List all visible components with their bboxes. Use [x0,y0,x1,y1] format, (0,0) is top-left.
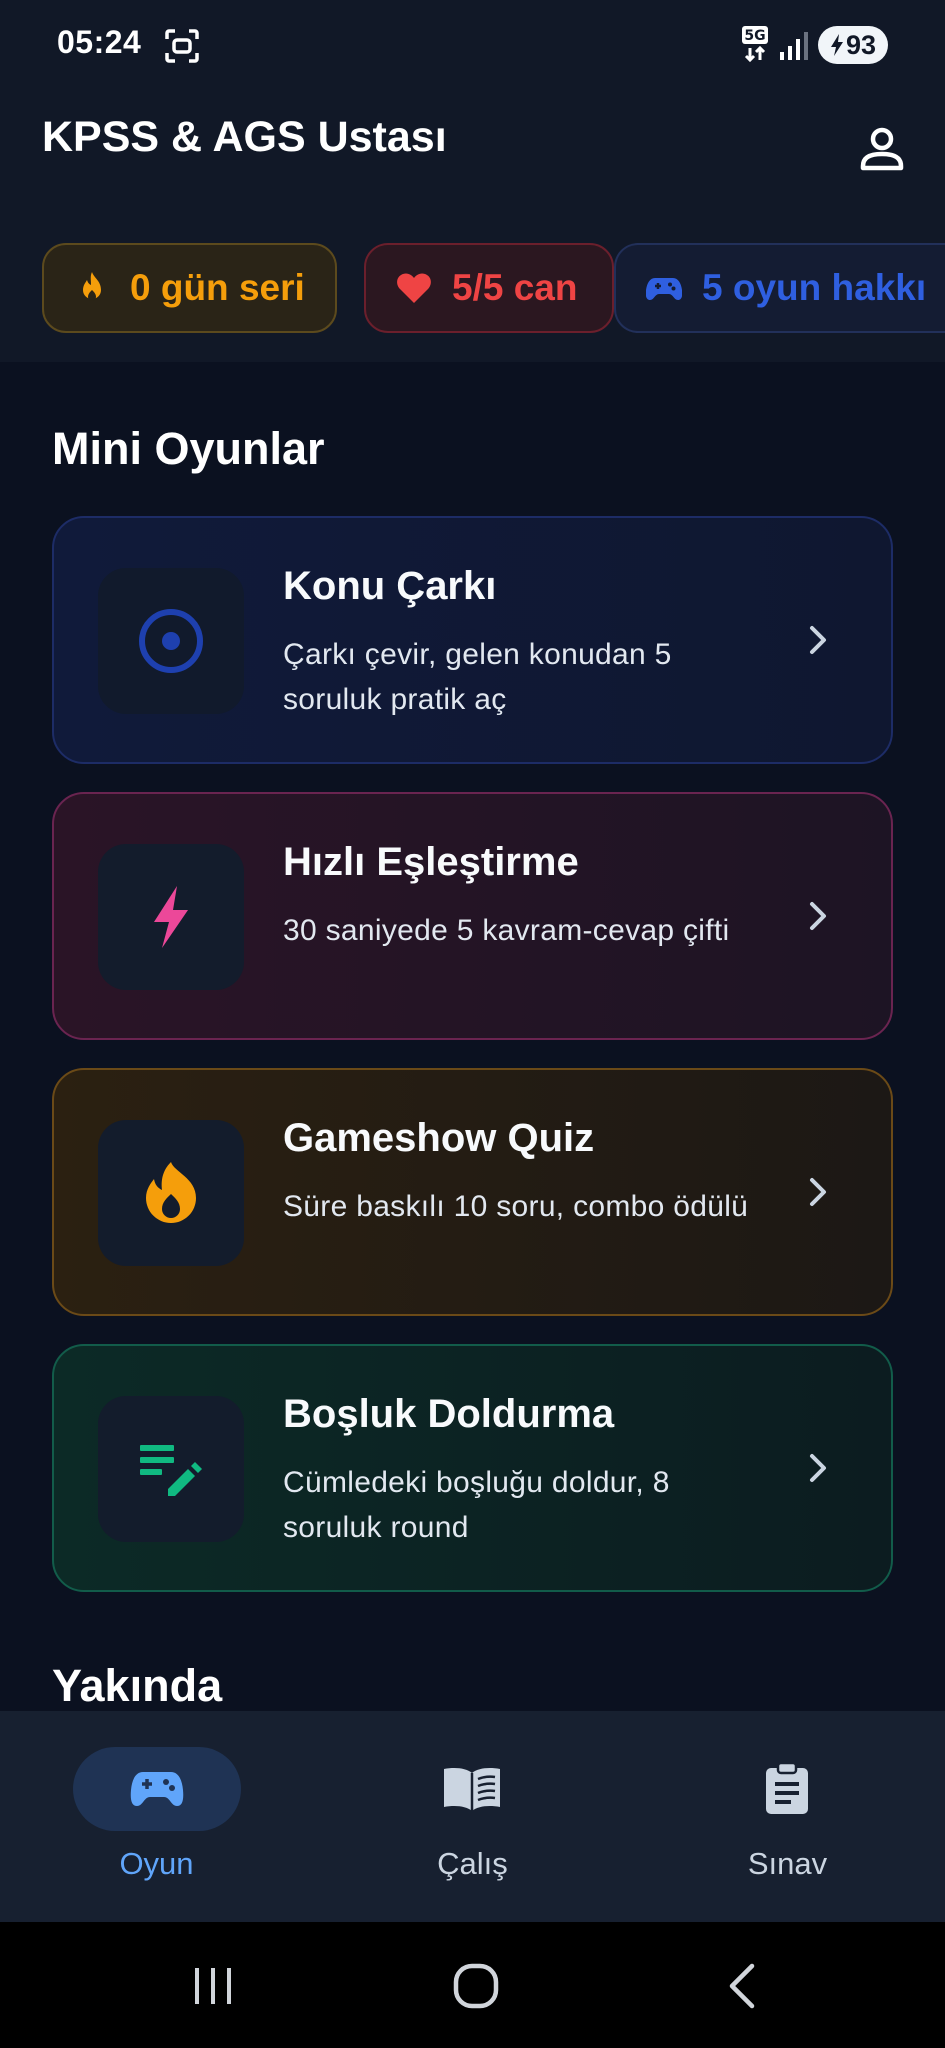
lives-chip[interactable]: 5/5 can [364,243,614,333]
streak-label: 0 gün seri [130,267,305,308]
game-credits-chip[interactable]: 5 oyun hakkı [614,243,945,333]
battery-level: 93 [845,29,877,60]
app-title: KPSS & AGS Ustası [42,113,447,161]
profile-button[interactable] [850,116,914,180]
target-icon [139,609,203,673]
bolt-icon [154,886,188,948]
nav-icon-wrap [703,1747,871,1831]
coming-soon-heading: Yakında [52,1660,223,1711]
game-title: Hızlı Eşleştirme [283,840,579,884]
game-card-konu-carki[interactable]: Konu Çarkı Çarkı çevir, gelen konudan 5 … [52,516,893,764]
back-icon [729,1963,755,2009]
nav-label: Oyun [119,1846,194,1881]
network-label: 5G [744,28,765,44]
gamepad-icon [130,1772,184,1806]
edit-note-icon [140,1445,202,1496]
chevron-right-icon [810,902,826,930]
card-icon-box [98,1120,244,1266]
nav-item-calis[interactable]: Çalış [315,1711,630,1922]
mini-games-heading: Mini Oyunlar [52,423,325,474]
app-header: KPSS & AGS Ustası 0 gün seri 5/5 can 5 o… [0,90,945,362]
flame-icon [146,1162,196,1223]
game-credits-label: 5 oyun hakkı [702,267,927,308]
person-icon [860,127,904,171]
chevron-right-icon [810,1178,826,1206]
system-navigation-bar [0,1922,945,2048]
chevron-right-icon [810,626,826,654]
game-title: Gameshow Quiz [283,1116,595,1160]
signal-icon [780,32,808,60]
stats-chips: 0 gün seri 5/5 can 5 oyun hakkı [42,243,945,333]
status-time: 05:24 [57,24,142,60]
recents-icon [195,1968,231,2004]
recents-button[interactable] [183,1956,243,2016]
nav-active-indicator [73,1747,241,1831]
flame-icon [83,272,101,301]
streak-chip[interactable]: 0 gün seri [42,243,337,333]
heart-icon [397,273,431,303]
lives-label: 5/5 can [452,267,578,308]
card-icon-box [98,844,244,990]
status-bar: 05:24 5G 93 [0,0,945,90]
game-title: Konu Çarkı [283,564,497,608]
book-icon [444,1768,500,1811]
card-icon-box [98,568,244,714]
game-card-gameshow-quiz[interactable]: Gameshow Quiz Süre baskılı 10 soru, comb… [52,1068,893,1316]
home-icon [453,1963,499,2009]
home-button[interactable] [446,1956,506,2016]
screenshot-icon [165,29,199,63]
chevron-right-icon [810,1454,826,1482]
game-description: Cümledeki boşluğu doldur, 8 soruluk roun… [283,1466,670,1544]
game-description: Çarkı çevir, gelen konudan 5 soruluk pra… [283,638,672,716]
game-title: Boşluk Doldurma [283,1392,615,1436]
nav-label: Çalış [437,1846,508,1881]
nav-label: Sınav [747,1846,828,1881]
app-screen: 05:24 5G 93 KPSS & AGS Ustası 0 gün seri… [0,0,945,2048]
game-card-bosluk-doldurma[interactable]: Boşluk Doldurma Cümledeki boşluğu doldur… [52,1344,893,1592]
clipboard-icon [766,1762,808,1814]
game-card-hizli-eslestirme[interactable]: Hızlı Eşleştirme 30 saniyede 5 kavram-ce… [52,792,893,1040]
gamepad-icon [646,278,682,300]
game-description: 30 saniyede 5 kavram-cevap çifti [283,914,730,947]
nav-item-oyun[interactable]: Oyun [0,1711,315,1922]
charging-icon [830,34,843,56]
nav-icon-wrap [388,1747,556,1831]
game-description: Süre baskılı 10 soru, combo ödülü [283,1190,749,1223]
nav-item-sinav[interactable]: Sınav [630,1711,945,1922]
card-icon-box [98,1396,244,1542]
back-button[interactable] [712,1956,772,2016]
battery-indicator: 93 [818,26,888,64]
network-5g-icon: 5G [742,26,768,63]
bottom-navigation: Oyun Çalış Sınav [0,1711,945,1922]
